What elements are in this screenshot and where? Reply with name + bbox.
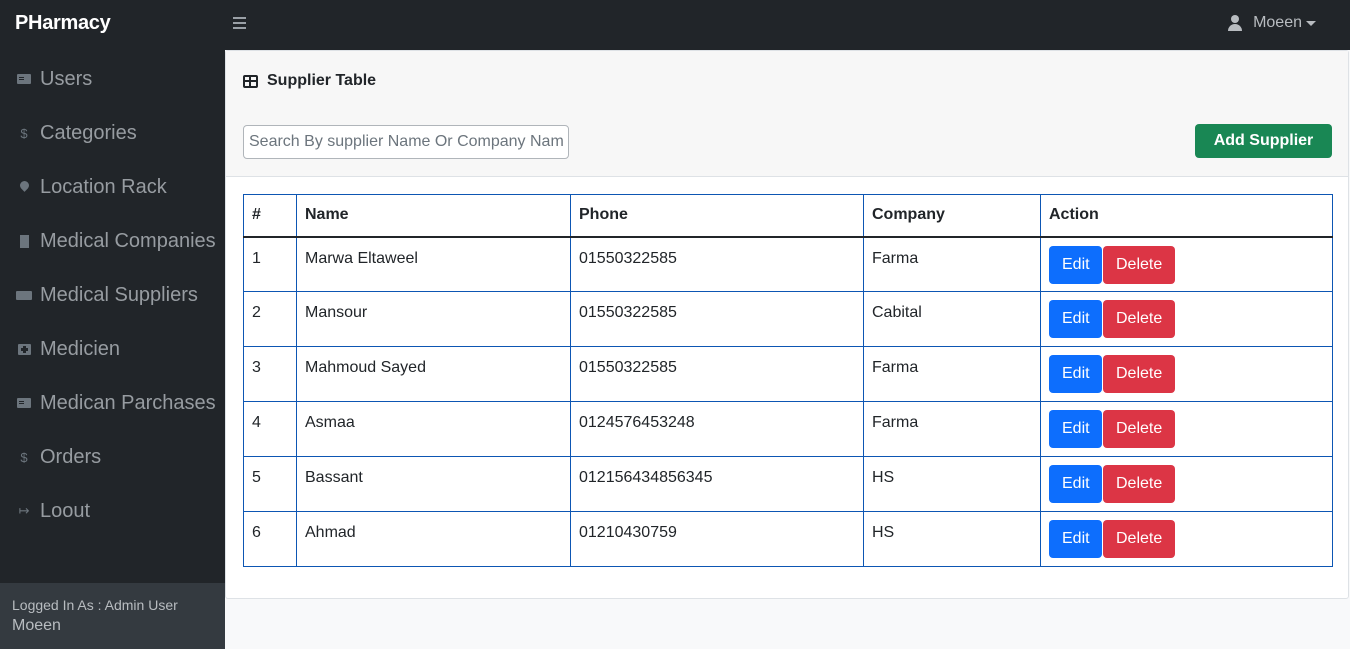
building-icon bbox=[16, 234, 32, 248]
top-navbar: PHarmacy Moeen bbox=[0, 0, 1350, 50]
supplier-phone: 01550322585 bbox=[570, 236, 864, 292]
supplier-phone: 0124576453248 bbox=[570, 401, 864, 457]
supplier-table: # Name Phone Company Action 1 Marwa Elta… bbox=[243, 194, 1333, 567]
supplier-phone: 01550322585 bbox=[570, 346, 864, 402]
table-row: 3 Mahmoud Sayed 01550322585 Farma Edit De… bbox=[243, 346, 1333, 402]
card-header: Supplier Table Add Supplier bbox=[226, 51, 1348, 177]
row-number: 5 bbox=[243, 456, 297, 512]
supplier-card: Supplier Table Add Supplier # Name Phone… bbox=[225, 50, 1349, 599]
row-actions: Edit Delete bbox=[1040, 291, 1333, 347]
row-actions: Edit Delete bbox=[1040, 511, 1333, 567]
page-title: Supplier Table bbox=[243, 72, 376, 90]
map-pin-icon bbox=[16, 179, 32, 192]
edit-button[interactable]: Edit bbox=[1049, 520, 1102, 558]
logout-icon: ↦ bbox=[18, 503, 30, 518]
sidebar-item-users[interactable]: Users bbox=[16, 64, 92, 94]
row-number: 1 bbox=[243, 236, 297, 292]
caret-down-icon bbox=[1306, 20, 1316, 26]
edit-button[interactable]: Edit bbox=[1049, 355, 1102, 393]
sidebar: Users $ Categories Location Rack Medical … bbox=[0, 50, 225, 649]
column-header-phone: Phone bbox=[570, 194, 864, 238]
truck-icon bbox=[16, 290, 32, 300]
supplier-name: Mansour bbox=[296, 291, 571, 347]
user-name: Moeen bbox=[1253, 14, 1302, 31]
column-header-action: Action bbox=[1040, 194, 1333, 238]
supplier-name: Asmaa bbox=[296, 401, 571, 457]
supplier-company: Farma bbox=[863, 346, 1041, 402]
table-row: 6 Ahmad 01210430759 HS Edit Delete bbox=[243, 511, 1333, 567]
supplier-phone: 012156434856345 bbox=[570, 456, 864, 512]
supplier-phone: 01550322585 bbox=[570, 291, 864, 347]
supplier-company: HS bbox=[863, 456, 1041, 512]
sidebar-item-medical-suppliers[interactable]: Medical Suppliers bbox=[16, 280, 198, 310]
sidebar-footer: Logged In As : Admin User Moeen bbox=[0, 583, 225, 649]
delete-button[interactable]: Delete bbox=[1103, 520, 1175, 558]
supplier-name: Ahmad bbox=[296, 511, 571, 567]
edit-button[interactable]: Edit bbox=[1049, 410, 1102, 448]
sidebar-item-logout[interactable]: ↦ Loout bbox=[16, 496, 91, 526]
sidebar-item-medical-companies[interactable]: Medical Companies bbox=[16, 226, 216, 256]
delete-button[interactable]: Delete bbox=[1103, 355, 1175, 393]
logged-in-user: Moeen bbox=[12, 617, 61, 634]
search-input[interactable] bbox=[243, 125, 569, 159]
edit-button[interactable]: Edit bbox=[1049, 300, 1102, 338]
sidebar-item-orders[interactable]: $ Orders bbox=[16, 442, 101, 472]
id-card-icon bbox=[16, 398, 32, 408]
table-row: 1 Marwa Eltaweel 01550322585 Farma Edit D… bbox=[243, 236, 1333, 292]
edit-button[interactable]: Edit bbox=[1049, 245, 1102, 284]
medkit-icon bbox=[16, 343, 32, 355]
table-row: 2 Mansour 01550322585 Cabital Edit Delete bbox=[243, 291, 1333, 347]
table-row: 4 Asmaa 0124576453248 Farma Edit Delete bbox=[243, 401, 1333, 457]
sidebar-item-location-rack[interactable]: Location Rack bbox=[16, 172, 167, 202]
delete-button[interactable]: Delete bbox=[1103, 245, 1175, 284]
delete-button[interactable]: Delete bbox=[1103, 410, 1175, 448]
table-icon bbox=[243, 74, 258, 88]
dollar-icon: $ bbox=[20, 125, 28, 141]
row-number: 4 bbox=[243, 401, 297, 457]
supplier-name: Mahmoud Sayed bbox=[296, 346, 571, 402]
delete-button[interactable]: Delete bbox=[1103, 300, 1175, 338]
supplier-company: Farma bbox=[863, 401, 1041, 457]
user-icon bbox=[1227, 15, 1243, 31]
supplier-phone: 01210430759 bbox=[570, 511, 864, 567]
row-number: 3 bbox=[243, 346, 297, 402]
sidebar-item-categories[interactable]: $ Categories bbox=[16, 118, 136, 148]
add-supplier-button[interactable]: Add Supplier bbox=[1195, 124, 1332, 158]
sidebar-item-medicien[interactable]: Medicien bbox=[16, 334, 120, 364]
table-row: 5 Bassant 012156434856345 HS Edit Delete bbox=[243, 456, 1333, 512]
delete-button[interactable]: Delete bbox=[1103, 465, 1175, 503]
column-header-company: Company bbox=[863, 194, 1041, 238]
supplier-company: Farma bbox=[863, 236, 1041, 292]
supplier-company: Cabital bbox=[863, 291, 1041, 347]
edit-button[interactable]: Edit bbox=[1049, 465, 1102, 503]
menu-toggle-icon[interactable] bbox=[233, 14, 247, 32]
supplier-company: HS bbox=[863, 511, 1041, 567]
brand-logo[interactable]: PHarmacy bbox=[15, 12, 111, 35]
row-actions: Edit Delete bbox=[1040, 456, 1333, 512]
column-header-number: # bbox=[243, 194, 297, 238]
row-actions: Edit Delete bbox=[1040, 401, 1333, 457]
column-header-name: Name bbox=[296, 194, 571, 238]
supplier-name: Marwa Eltaweel bbox=[296, 236, 571, 292]
table-header-row: # Name Phone Company Action bbox=[243, 194, 1333, 238]
row-number: 2 bbox=[243, 291, 297, 347]
id-card-icon bbox=[16, 74, 32, 84]
user-dropdown[interactable]: Moeen bbox=[1227, 14, 1316, 32]
logged-in-label: Logged In As : Admin User bbox=[12, 597, 178, 613]
row-actions: Edit Delete bbox=[1040, 236, 1333, 292]
row-number: 6 bbox=[243, 511, 297, 567]
supplier-name: Bassant bbox=[296, 456, 571, 512]
row-actions: Edit Delete bbox=[1040, 346, 1333, 402]
dollar-icon: $ bbox=[20, 449, 28, 465]
sidebar-item-medican-parchases[interactable]: Medican Parchases bbox=[16, 388, 216, 418]
